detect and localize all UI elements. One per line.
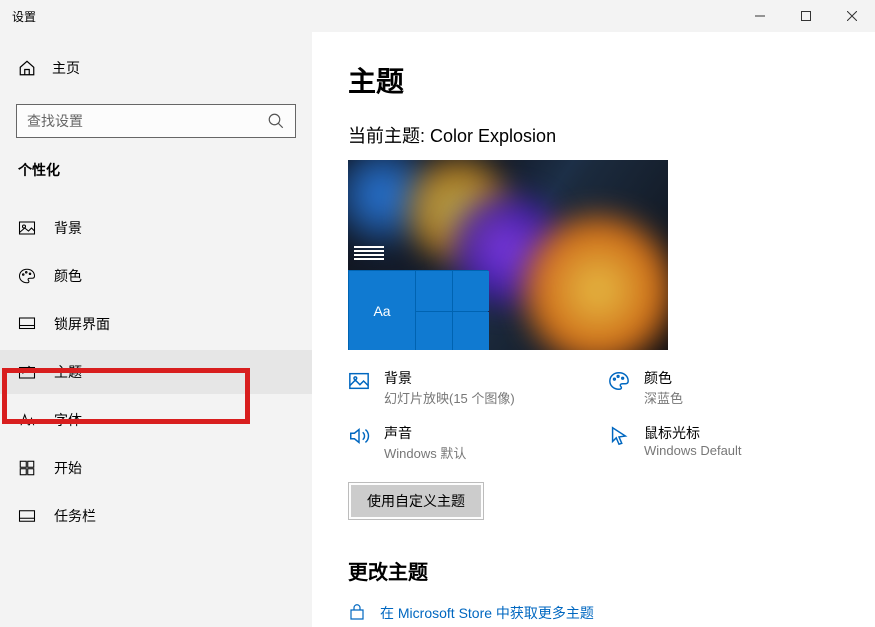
option-sub: 幻灯片放映(15 个图像) — [384, 388, 515, 407]
apply-theme-button[interactable]: 使用自定义主题 — [351, 485, 481, 517]
palette-icon — [18, 267, 36, 285]
sidebar-item-colors[interactable]: 颜色 — [0, 254, 312, 298]
sidebar-item-taskbar[interactable]: 任务栏 — [0, 494, 312, 538]
minimize-icon — [755, 11, 765, 21]
picture-icon — [348, 370, 370, 392]
font-icon — [18, 411, 36, 429]
sidebar-item-label: 开始 — [54, 458, 82, 478]
change-theme-heading: 更改主题 — [348, 556, 875, 585]
start-icon — [18, 459, 36, 477]
maximize-button[interactable] — [783, 0, 829, 32]
option-cursor[interactable]: 鼠标光标 Windows Default — [608, 423, 868, 462]
search-input[interactable] — [27, 113, 267, 129]
content-area: 主题 当前主题: Color Explosion Aa — [312, 32, 875, 627]
window-title: 设置 — [0, 8, 36, 25]
sound-icon — [348, 425, 370, 447]
sidebar-item-lockscreen[interactable]: 锁屏界面 — [0, 302, 312, 346]
page-title: 主题 — [348, 60, 875, 100]
close-button[interactable] — [829, 0, 875, 32]
option-sub: 深蓝色 — [644, 388, 683, 407]
option-color[interactable]: 颜色 深蓝色 — [608, 368, 868, 407]
home-icon — [18, 59, 36, 77]
store-link-label: 在 Microsoft Store 中获取更多主题 — [380, 603, 594, 623]
close-icon — [847, 11, 857, 21]
sidebar-item-themes[interactable]: 主题 — [0, 350, 312, 394]
home-label: 主页 — [52, 58, 80, 78]
search-box[interactable] — [16, 104, 296, 138]
sidebar-item-start[interactable]: 开始 — [0, 446, 312, 490]
lockscreen-icon — [18, 315, 36, 333]
picture-icon — [18, 219, 36, 237]
cursor-icon — [608, 425, 630, 447]
paint-icon — [18, 363, 36, 381]
store-link[interactable]: 在 Microsoft Store 中获取更多主题 — [348, 603, 875, 623]
option-title: 声音 — [384, 423, 466, 443]
option-title: 鼠标光标 — [644, 423, 742, 443]
sidebar-item-background[interactable]: 背景 — [0, 206, 312, 250]
theme-preview[interactable]: Aa — [348, 160, 668, 350]
current-theme-prefix: 当前主题: — [348, 126, 430, 146]
current-theme-line: 当前主题: Color Explosion — [348, 122, 875, 148]
taskbar-icon — [18, 507, 36, 525]
preview-tile-text: Aa — [349, 271, 415, 350]
minimize-button[interactable] — [737, 0, 783, 32]
category-title: 个性化 — [0, 160, 312, 180]
store-icon — [348, 604, 366, 622]
option-background[interactable]: 背景 幻灯片放映(15 个图像) — [348, 368, 608, 407]
palette-icon — [608, 370, 630, 392]
home-button[interactable]: 主页 — [0, 52, 312, 84]
sidebar-item-label: 背景 — [54, 218, 82, 238]
sidebar-item-label: 主题 — [54, 362, 82, 382]
option-sound[interactable]: 声音 Windows 默认 — [348, 423, 608, 462]
option-title: 背景 — [384, 368, 515, 388]
sidebar-item-label: 字体 — [54, 410, 82, 430]
sidebar-item-label: 任务栏 — [54, 506, 96, 526]
sidebar-item-fonts[interactable]: 字体 — [0, 398, 312, 442]
option-title: 颜色 — [644, 368, 683, 388]
sidebar-item-label: 颜色 — [54, 266, 82, 286]
sidebar: 主页 个性化 背景 颜色 — [0, 32, 312, 627]
search-icon — [267, 112, 285, 130]
preview-start-mock: Aa — [348, 240, 488, 350]
option-sub: Windows 默认 — [384, 443, 466, 462]
sidebar-item-label: 锁屏界面 — [54, 314, 110, 334]
current-theme-name: Color Explosion — [430, 126, 556, 146]
option-sub: Windows Default — [644, 443, 742, 458]
maximize-icon — [801, 11, 811, 21]
titlebar: 设置 — [0, 0, 875, 32]
settings-window: 设置 主页 个性化 — [0, 0, 875, 627]
